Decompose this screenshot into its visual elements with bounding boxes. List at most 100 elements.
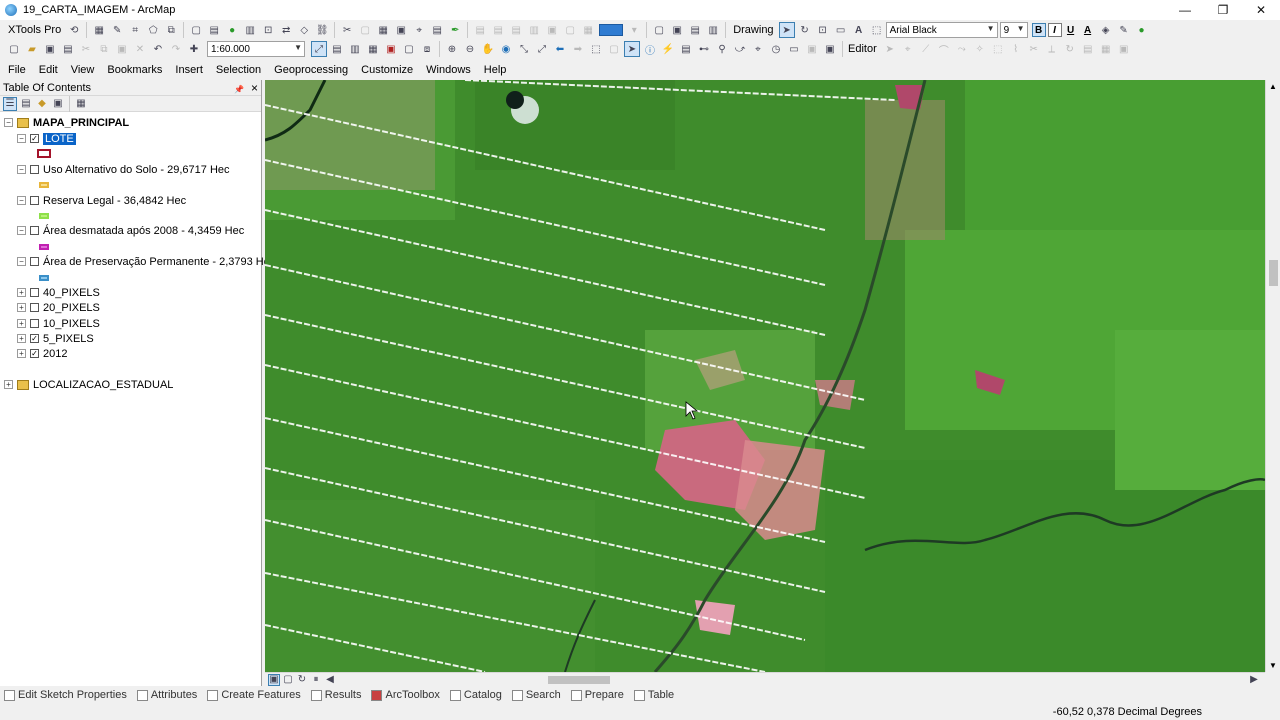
identify-icon[interactable]: ⓘ — [642, 41, 658, 57]
close-window-button[interactable]: ✕ — [1242, 0, 1280, 20]
swipe-icon[interactable]: ▣ — [804, 41, 820, 57]
list-by-source-icon[interactable]: ▤ — [19, 97, 33, 111]
layer-visibility-checkbox[interactable]: ✓ — [30, 134, 39, 143]
ungroup-icon[interactable]: ▢ — [562, 22, 578, 38]
merge-icon[interactable]: ⧉ — [163, 22, 179, 38]
toc-options-icon[interactable]: ▦ — [74, 97, 88, 111]
sketch-properties-icon[interactable]: ▦ — [1098, 41, 1114, 57]
select-elements-icon[interactable]: ➤ — [778, 22, 795, 38]
expand-icon[interactable]: + — [4, 380, 13, 389]
collapse-icon[interactable]: − — [4, 118, 13, 127]
menu-selection[interactable]: Selection — [208, 64, 266, 76]
menu-help[interactable]: Help — [476, 64, 512, 76]
edit-vertices-disabled-icon[interactable]: ⬚ — [990, 41, 1006, 57]
redo-icon[interactable]: ↷ — [168, 41, 184, 57]
expand-icon[interactable]: + — [17, 349, 26, 358]
map-scale-select[interactable]: 1:60.000 ▼ — [207, 41, 305, 57]
table-tools-icon[interactable]: ▦ — [91, 22, 107, 38]
menu-geoprocessing[interactable]: Geoprocessing — [266, 64, 353, 76]
grid-tool-icon[interactable]: ▦ — [375, 22, 391, 38]
font-family-select[interactable]: Arial Black ▼ — [885, 22, 998, 38]
pan-hand-icon[interactable]: ✋ — [480, 41, 496, 57]
minimize-button[interactable]: — — [1166, 0, 1204, 20]
highlight-pen-icon[interactable]: ✒ — [447, 22, 463, 38]
layer-visibility-checkbox[interactable] — [30, 319, 39, 328]
menu-customize[interactable]: Customize — [353, 64, 418, 76]
menu-file[interactable]: File — [0, 64, 31, 76]
collapse-icon[interactable]: − — [17, 134, 26, 143]
group-icon[interactable]: ▣ — [544, 22, 560, 38]
time-slider-icon[interactable]: ◷ — [768, 41, 784, 57]
fill-color-icon[interactable]: ◈ — [1098, 22, 1114, 38]
layout-view-icon[interactable]: ▣ — [822, 41, 838, 57]
go-forward-icon[interactable]: ➡ — [570, 41, 586, 57]
polygon-tools-icon[interactable]: ⬠ — [145, 22, 161, 38]
clear-selection-icon[interactable]: ▢ — [606, 41, 622, 57]
edit-vertex-icon[interactable]: ⌖ — [411, 22, 427, 38]
create-features-disabled-icon[interactable]: ▣ — [1116, 41, 1132, 57]
line-color-icon[interactable]: ✎ — [1116, 22, 1132, 38]
find-route-icon[interactable]: ⤻ — [732, 41, 748, 57]
menu-windows[interactable]: Windows — [418, 64, 476, 76]
order-icon[interactable]: ▦ — [580, 22, 596, 38]
paste-icon[interactable]: ▣ — [114, 41, 130, 57]
catalog-window-icon[interactable]: ▥ — [347, 41, 363, 57]
editor-toolbar-icon[interactable]: ⤢ — [311, 41, 327, 57]
layer-visibility-checkbox[interactable]: ✓ — [30, 334, 39, 343]
feature-tools-icon[interactable]: ⌗ — [127, 22, 143, 38]
tag-icon[interactable]: ◇ — [296, 22, 312, 38]
edit-annotation-icon[interactable]: ⌖ — [900, 41, 916, 57]
zoom-out-icon[interactable]: ⊖ — [462, 41, 478, 57]
go-back-icon[interactable]: ⬅ — [552, 41, 568, 57]
layer-visibility-checkbox[interactable] — [30, 165, 39, 174]
attributes-disabled-icon[interactable]: ▤ — [1080, 41, 1096, 57]
layer-row-uso-alternativo[interactable]: − Uso Alternativo do Solo - 29,6717 Hec — [17, 162, 230, 177]
open-folder-icon[interactable]: ▰ — [24, 41, 40, 57]
reshape-icon[interactable]: ⌇ — [1008, 41, 1024, 57]
disabled-tool-icon[interactable]: ▢ — [357, 22, 373, 38]
select-features-icon[interactable]: ⬚ — [588, 41, 604, 57]
rotate-disabled-icon[interactable]: ↻ — [1062, 41, 1078, 57]
info-green-icon[interactable]: ● — [224, 22, 240, 38]
zoom-in-icon[interactable]: ⊕ — [444, 41, 460, 57]
layer-row-reserva-legal[interactable]: − Reserva Legal - 36,4842 Hec — [17, 193, 186, 208]
end-point-arc-icon[interactable]: ⌒ — [936, 41, 952, 57]
point-icon[interactable]: ✧ — [972, 41, 988, 57]
editor-menu[interactable]: Editor — [846, 43, 881, 55]
layer-group-row[interactable]: − MAPA_PRINCIPAL — [4, 115, 129, 130]
straight-segment-icon[interactable]: ⟋ — [918, 41, 934, 57]
expand-icon[interactable]: + — [17, 288, 26, 297]
map-display[interactable] — [265, 80, 1265, 672]
chart-tool-icon[interactable]: ▤ — [429, 22, 445, 38]
save-icon[interactable]: ▣ — [42, 41, 58, 57]
collapse-icon[interactable]: − — [17, 257, 26, 266]
list-by-drawing-order-icon[interactable]: ☰ — [3, 96, 17, 111]
layer-visibility-checkbox[interactable]: ✓ — [30, 349, 39, 358]
menu-edit[interactable]: Edit — [31, 64, 63, 76]
menu-view[interactable]: View — [63, 64, 100, 76]
folder-tool-icon[interactable]: ▣ — [393, 22, 409, 38]
list-by-visibility-icon[interactable]: ◆ — [35, 97, 49, 111]
split-icon[interactable]: ⟂ — [1044, 41, 1060, 57]
collapse-icon[interactable]: − — [17, 165, 26, 174]
layer-visibility-checkbox[interactable] — [30, 257, 39, 266]
toc-close-icon[interactable]: × — [251, 81, 258, 95]
link-icon[interactable]: ⛓ — [314, 22, 330, 38]
select-arrow-icon[interactable]: ➤ — [624, 41, 640, 57]
find-binoculars-icon[interactable]: ⚲ — [714, 41, 730, 57]
layer-row-app[interactable]: − Área de Preservação Permanente - 2,379… — [17, 254, 275, 269]
list-by-selection-icon[interactable]: ▣ — [51, 97, 65, 111]
menu-bookmarks[interactable]: Bookmarks — [99, 64, 167, 76]
maximize-button[interactable]: ❐ — [1204, 0, 1242, 20]
page-icon[interactable]: ▥ — [242, 22, 258, 38]
table-of-contents-icon[interactable]: ▤ — [329, 41, 345, 57]
scroll-down-icon[interactable]: ▼ — [1269, 661, 1277, 670]
convert-icon[interactable]: ⇄ — [278, 22, 294, 38]
tab-create-features[interactable]: Create Features — [203, 689, 306, 701]
distribute-icon[interactable]: ▥ — [526, 22, 542, 38]
collapse-icon[interactable]: − — [17, 196, 26, 205]
zoom-extent-icon[interactable]: ⊡ — [260, 22, 276, 38]
zoom-whole-page-icon[interactable]: ⊡ — [815, 22, 831, 38]
collapse-icon[interactable]: − — [17, 226, 26, 235]
text-tool-icon[interactable]: A — [851, 22, 867, 38]
